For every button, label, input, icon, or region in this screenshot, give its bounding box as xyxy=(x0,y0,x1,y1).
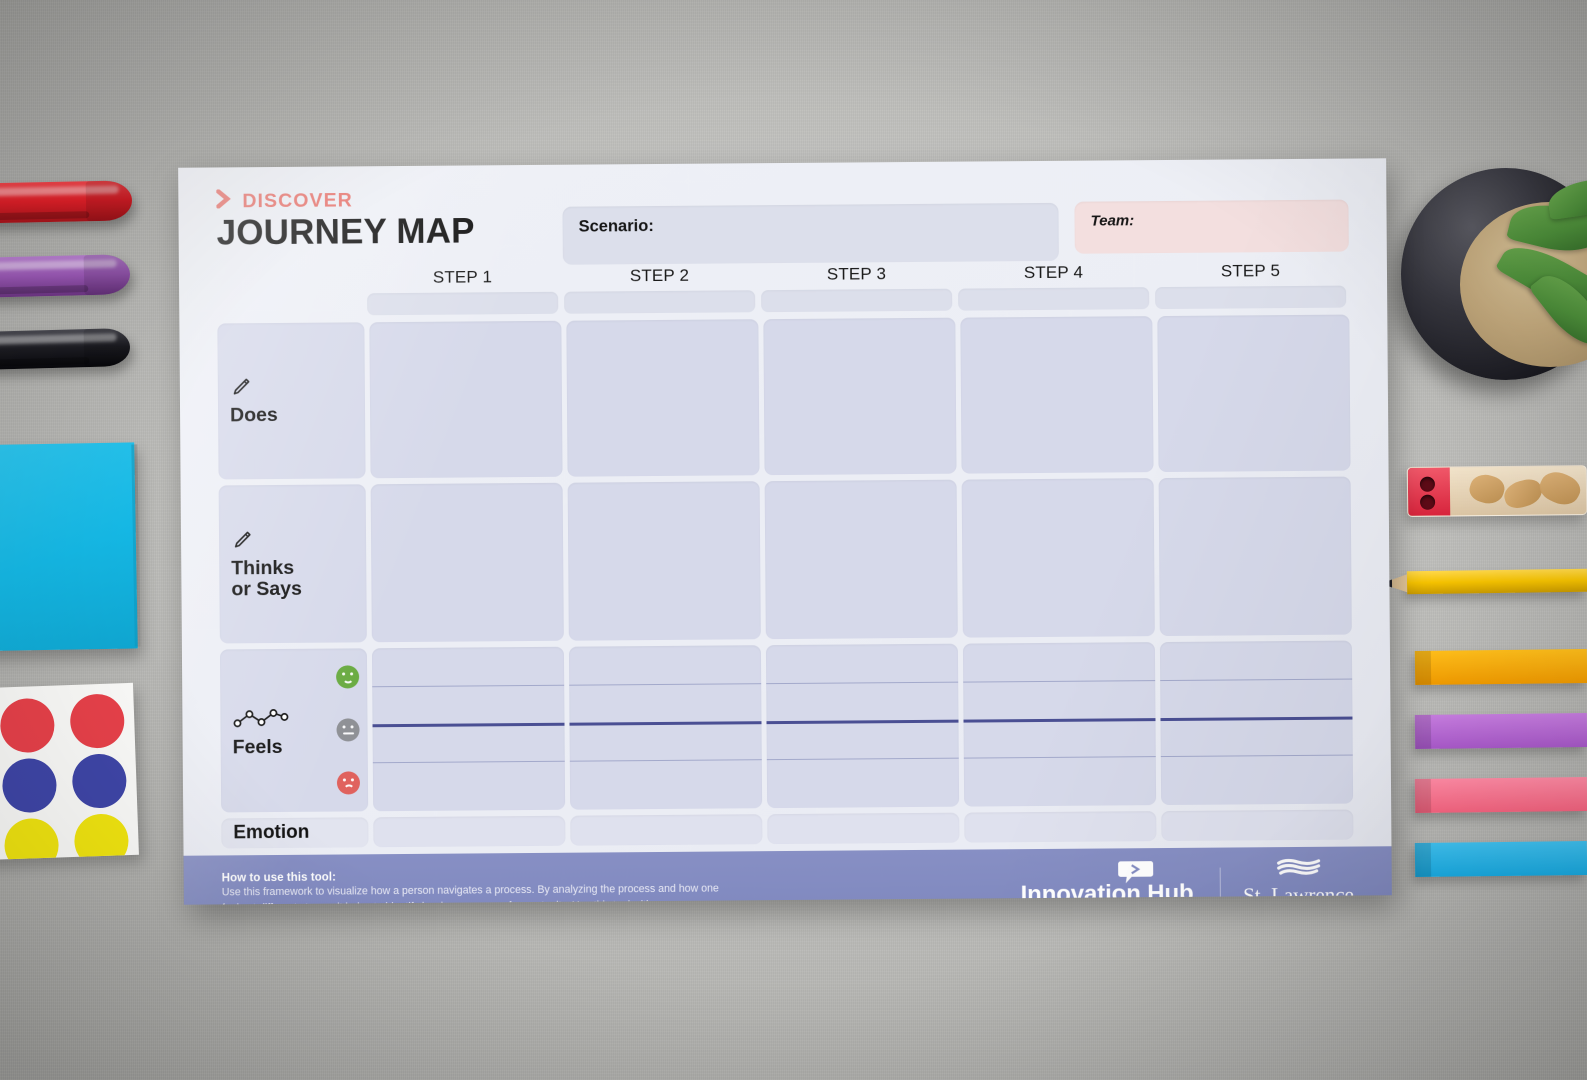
scene-vignette xyxy=(0,0,1587,1080)
